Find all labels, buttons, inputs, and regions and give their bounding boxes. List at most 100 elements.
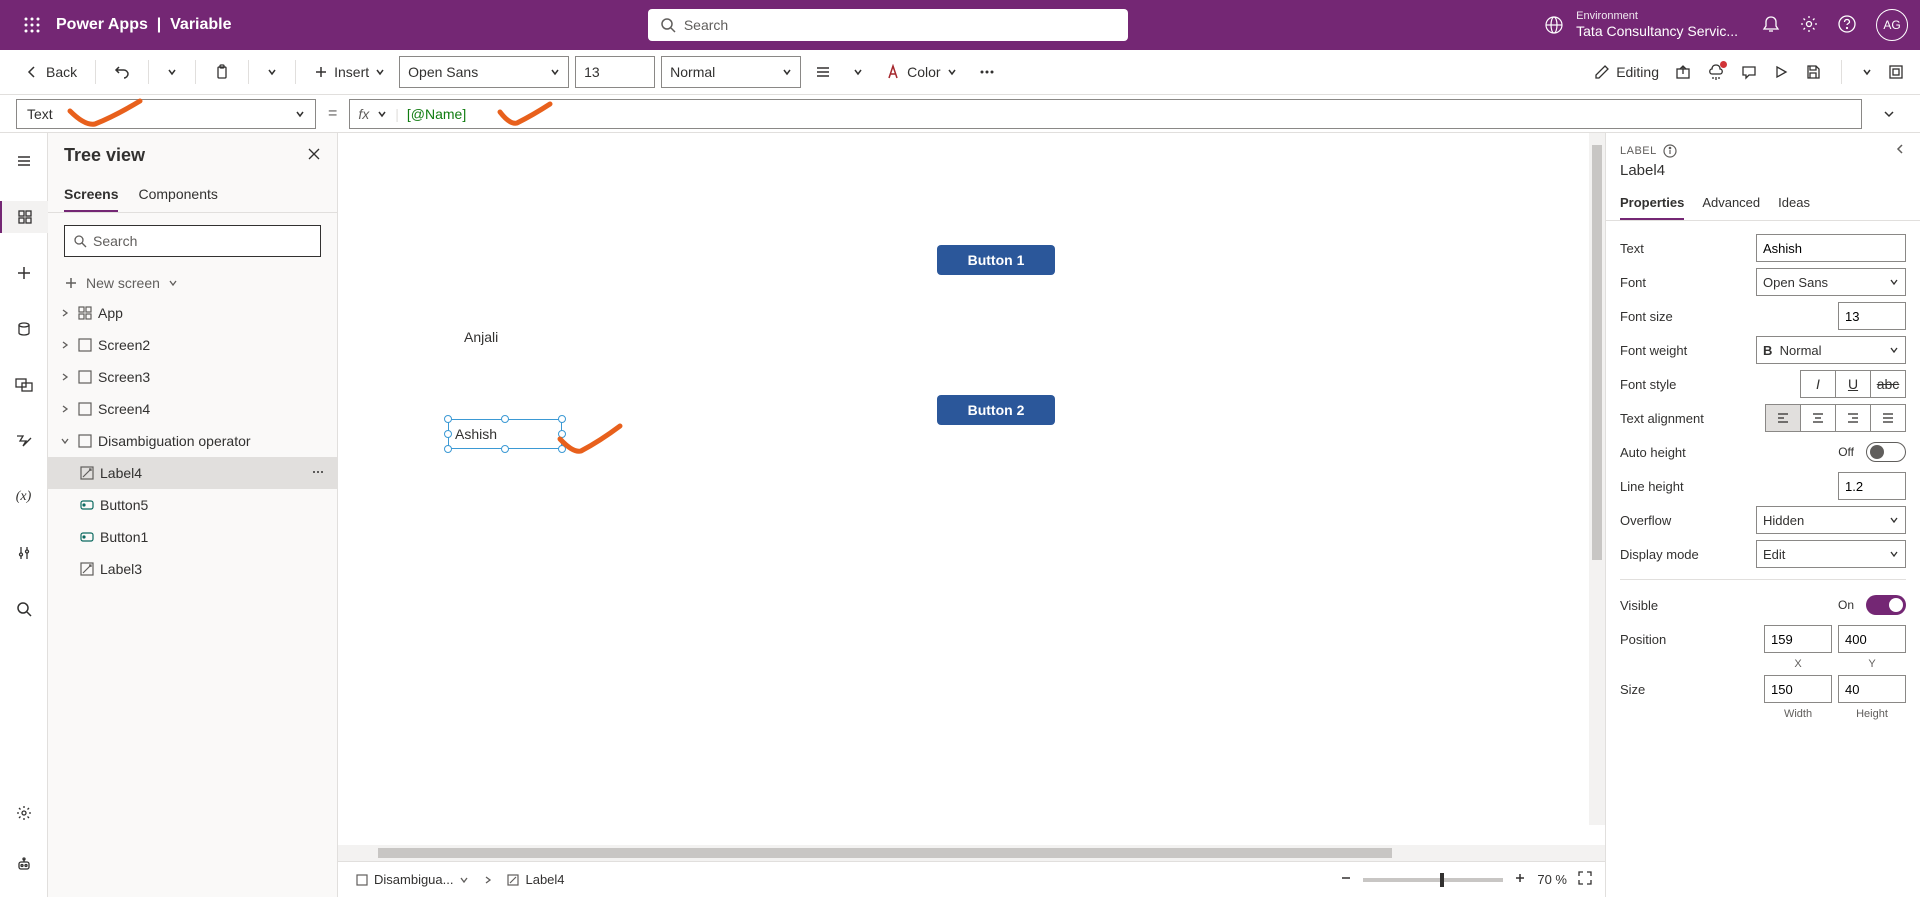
zoom-slider[interactable] [1363,878,1503,882]
help-icon[interactable] [1838,15,1856,36]
save-button[interactable] [1805,64,1821,80]
more-commands-button[interactable] [971,60,1003,84]
prop-fontsize-input[interactable] [1838,302,1906,330]
font-select[interactable]: Open Sans [399,56,569,88]
autoheight-toggle[interactable] [1866,442,1906,462]
align-dropdown[interactable] [845,63,871,81]
rail-hamburger-icon[interactable] [0,145,48,177]
equals-sign: = [328,105,337,123]
tree-item-button1[interactable]: Button1 [48,521,337,553]
undo-button[interactable] [106,60,138,84]
rail-tree-view-icon[interactable] [0,201,48,233]
tree-item-more-icon[interactable] [311,465,325,482]
canvas-vertical-scrollbar[interactable] [1589,133,1605,825]
preview-button[interactable] [1773,64,1789,80]
global-search-input[interactable]: Search [648,9,1128,41]
italic-button[interactable]: I [1800,370,1836,398]
environment-block[interactable]: Environment Tata Consultancy Servic... [1544,10,1738,40]
zoom-in-button[interactable] [1513,871,1527,888]
ideas-tab[interactable]: Ideas [1778,187,1810,220]
prop-fontweight-select[interactable]: B Normal [1756,336,1906,364]
prop-size-h-input[interactable] [1838,675,1906,703]
tree-item-label3[interactable]: Label3 [48,553,337,585]
paste-dropdown[interactable] [259,63,285,81]
align-justify-button[interactable] [1870,404,1906,432]
fit-to-screen-button[interactable] [1577,870,1593,889]
close-tree-view-button[interactable] [307,147,321,164]
property-selector[interactable]: Text [16,99,316,129]
tree-item-disambiguation[interactable]: Disambiguation operator [48,425,337,457]
back-button[interactable]: Back [16,60,85,84]
tree-search-input[interactable]: Search [64,225,321,257]
canvas-label-anjali[interactable]: Anjali [464,329,498,345]
paste-button[interactable] [206,60,238,84]
strikethrough-button[interactable]: abc [1870,370,1906,398]
user-avatar[interactable]: AG [1876,9,1908,41]
prop-text-input[interactable] [1756,234,1906,262]
breadcrumb-screen[interactable]: Disambigua... [350,870,475,889]
save-dropdown[interactable] [1862,67,1872,77]
notifications-icon[interactable] [1762,15,1780,36]
underline-button[interactable]: U [1835,370,1871,398]
tree-item-label4[interactable]: Label4 [48,457,337,489]
rail-power-automate-icon[interactable] [0,425,48,457]
prop-position-y-input[interactable] [1838,625,1906,653]
tree-item-screen2[interactable]: Screen2 [48,329,337,361]
prop-size-w-input[interactable] [1764,675,1832,703]
info-icon[interactable] [1663,144,1677,158]
insert-button[interactable]: Insert [306,60,393,84]
canvas-label-ashish-selected[interactable]: Ashish [448,419,562,449]
tree-item-app[interactable]: App [48,297,337,329]
settings-icon[interactable] [1800,15,1818,36]
zoom-out-button[interactable] [1339,871,1353,888]
tab-screens[interactable]: Screens [64,178,118,212]
align-left-button[interactable] [1765,404,1801,432]
rail-insert-icon[interactable] [0,257,48,289]
visible-toggle[interactable] [1866,595,1906,615]
align-button[interactable] [807,60,839,84]
prop-font-select[interactable]: Open Sans [1756,268,1906,296]
tree-item-button5[interactable]: Button5 [48,489,337,521]
publish-button[interactable] [1888,64,1904,80]
advanced-tab[interactable]: Advanced [1702,187,1760,220]
align-right-button[interactable] [1835,404,1871,432]
rail-virtual-agent-icon[interactable] [0,849,48,881]
canvas-horizontal-scrollbar[interactable] [338,845,1605,861]
rail-media-icon[interactable] [0,369,48,401]
rail-settings-icon[interactable] [0,797,48,829]
color-button[interactable]: Color [877,60,964,84]
share-button[interactable] [1675,64,1691,80]
undo-dropdown[interactable] [159,63,185,81]
align-center-button[interactable] [1800,404,1836,432]
rail-variables-icon[interactable]: (x) [0,481,48,513]
app-launcher-icon[interactable] [12,17,52,33]
canvas-button-2[interactable]: Button 2 [937,395,1055,425]
expand-formula-bar[interactable] [1874,107,1904,121]
prop-font-label: Font [1620,275,1748,290]
properties-tab[interactable]: Properties [1620,187,1684,220]
rail-data-icon[interactable] [0,313,48,345]
control-name: Label4 [1606,162,1920,187]
prop-overflow-select[interactable]: Hidden [1756,506,1906,534]
rail-search-icon[interactable] [0,593,48,625]
breadcrumb-control[interactable]: Label4 [501,870,570,889]
canvas-button-1[interactable]: Button 1 [937,245,1055,275]
prop-displaymode-select[interactable]: Edit [1756,540,1906,568]
font-weight-select[interactable]: Normal [661,56,801,88]
zoom-percent: 70 % [1537,872,1567,887]
prop-position-x-input[interactable] [1764,625,1832,653]
canvas[interactable]: Anjali Ashish Button 1 Button 2 [338,133,1605,845]
formula-input[interactable]: fx | [@Name] [349,99,1862,129]
expand-panel-icon[interactable] [1894,143,1906,158]
editing-mode-button[interactable]: Editing [1594,64,1659,80]
font-size-input[interactable]: 13 [575,56,655,88]
tree-item-screen3[interactable]: Screen3 [48,361,337,393]
app-checker-button[interactable] [1707,63,1725,81]
new-screen-button[interactable]: New screen [48,269,337,297]
prop-lineheight-input[interactable] [1838,472,1906,500]
comments-button[interactable] [1741,64,1757,80]
tree-item-screen4[interactable]: Screen4 [48,393,337,425]
tree-view-title: Tree view [64,145,145,166]
tab-components[interactable]: Components [138,178,217,212]
rail-tools-icon[interactable] [0,537,48,569]
